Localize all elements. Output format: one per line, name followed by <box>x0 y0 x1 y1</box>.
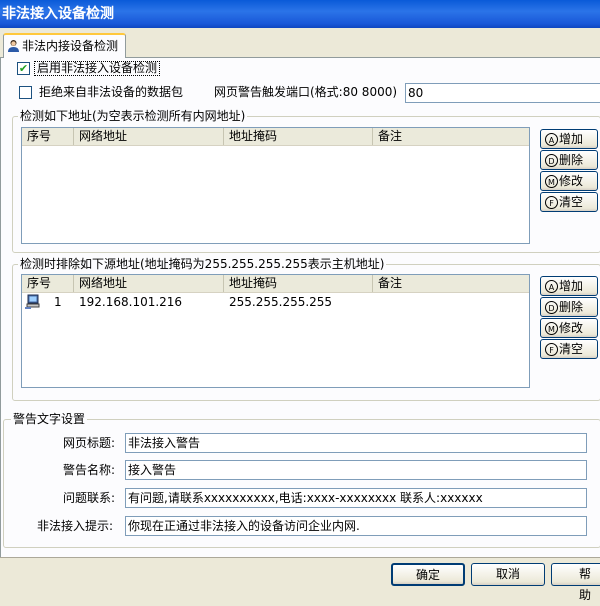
exclude-clear-button[interactable]: F 清空 <box>540 339 598 359</box>
row-index: 1 <box>54 295 62 309</box>
accel-key: F <box>545 196 558 209</box>
column-header-note[interactable]: 备注 <box>373 128 529 145</box>
detect-modify-button[interactable]: M 修改 <box>540 171 598 191</box>
contact-input[interactable]: 有问题,请联系xxxxxxxxxx,电话:xxxx-xxxxxxxx 联系人:x… <box>125 488 587 508</box>
warning-port-label: 网页警告触发端口(格式:80 8000) <box>214 85 398 99</box>
button-label: 删除 <box>559 300 584 314</box>
exclude-add-button[interactable]: A 增加 <box>540 276 598 296</box>
computer-icon <box>25 294 40 309</box>
accel-key: D <box>545 301 558 314</box>
button-label: 修改 <box>559 321 584 335</box>
button-label: 删除 <box>559 153 584 167</box>
help-button[interactable]: 帮助 <box>551 563 600 602</box>
detect-list-header: 序号 网络地址 地址掩码 备注 <box>22 128 529 146</box>
accel-key: M <box>545 322 558 335</box>
exclude-delete-button[interactable]: D 删除 <box>540 297 598 317</box>
row-network: 192.168.101.216 <box>79 295 183 309</box>
detect-address-legend: 检测如下地址(为空表示检测所有内网地址) <box>18 109 248 123</box>
column-header-mask[interactable]: 地址掩码 <box>224 128 373 145</box>
table-row[interactable]: 1 192.168.101.216 255.255.255.255 <box>22 293 529 311</box>
reject-packets-checkbox[interactable] <box>19 86 32 99</box>
detect-address-list[interactable]: 序号 网络地址 地址掩码 备注 <box>21 127 530 244</box>
detect-delete-button[interactable]: D 删除 <box>540 150 598 170</box>
illegal-access-prompt-label: 非法接入提示: <box>37 519 114 533</box>
warning-name-input[interactable]: 接入警告 <box>125 460 587 480</box>
contact-label: 问题联系: <box>63 491 116 505</box>
accel-key: M <box>545 175 558 188</box>
column-header-network[interactable]: 网络地址 <box>74 128 224 145</box>
page-title-input[interactable]: 非法接入警告 <box>125 433 587 453</box>
button-label: 增加 <box>559 132 584 146</box>
illegal-access-prompt-input[interactable]: 你现在正通过非法接入的设备访问企业内网. <box>125 516 587 536</box>
exclude-modify-button[interactable]: M 修改 <box>540 318 598 338</box>
tab-illegal-device-detection[interactable]: 非法内接设备检测 <box>3 33 126 59</box>
footer-separator <box>0 557 600 558</box>
column-header-note[interactable]: 备注 <box>373 275 529 292</box>
user-icon <box>8 40 19 52</box>
detect-add-button[interactable]: A 增加 <box>540 129 598 149</box>
column-header-index[interactable]: 序号 <box>22 128 74 145</box>
accel-key: D <box>545 154 558 167</box>
warning-text-legend: 警告文字设置 <box>11 412 88 426</box>
column-header-network[interactable]: 网络地址 <box>74 275 224 292</box>
button-label: 清空 <box>559 195 584 209</box>
button-label: 增加 <box>559 279 584 293</box>
button-label: 清空 <box>559 342 584 356</box>
warning-port-input[interactable]: 80 <box>405 83 600 103</box>
column-header-mask[interactable]: 地址掩码 <box>224 275 373 292</box>
page-title-label: 网页标题: <box>63 436 116 450</box>
tab-label: 非法内接设备检测 <box>22 39 119 53</box>
enable-detection-label: 启用非法接入设备检测 <box>34 61 161 76</box>
cancel-button[interactable]: 取消 <box>471 563 545 586</box>
button-label: 修改 <box>559 174 584 188</box>
accel-key: A <box>545 280 558 293</box>
window-title: 非法接入设备检测 <box>0 0 600 28</box>
enable-detection-checkbox[interactable]: ✔ <box>17 62 30 75</box>
exclude-address-list[interactable]: 序号 网络地址 地址掩码 备注 1 192.168.101.216 255.25… <box>21 274 530 388</box>
accel-key: A <box>545 133 558 146</box>
row-mask: 255.255.255.255 <box>229 295 333 309</box>
accel-key: F <box>545 343 558 356</box>
exclude-list-header: 序号 网络地址 地址掩码 备注 <box>22 275 529 293</box>
warning-name-label: 警告名称: <box>63 463 116 477</box>
reject-packets-label: 拒绝来自非法设备的数据包 <box>39 85 184 99</box>
tab-panel: ✔ 启用非法接入设备检测 拒绝来自非法设备的数据包 网页警告触发端口(格式:80… <box>0 58 600 557</box>
column-header-index[interactable]: 序号 <box>22 275 74 292</box>
exclude-address-legend: 检测时排除如下源地址(地址掩码为255.255.255.255表示主机地址) <box>18 257 387 271</box>
detect-clear-button[interactable]: F 清空 <box>540 192 598 212</box>
ok-button[interactable]: 确定 <box>391 563 465 586</box>
